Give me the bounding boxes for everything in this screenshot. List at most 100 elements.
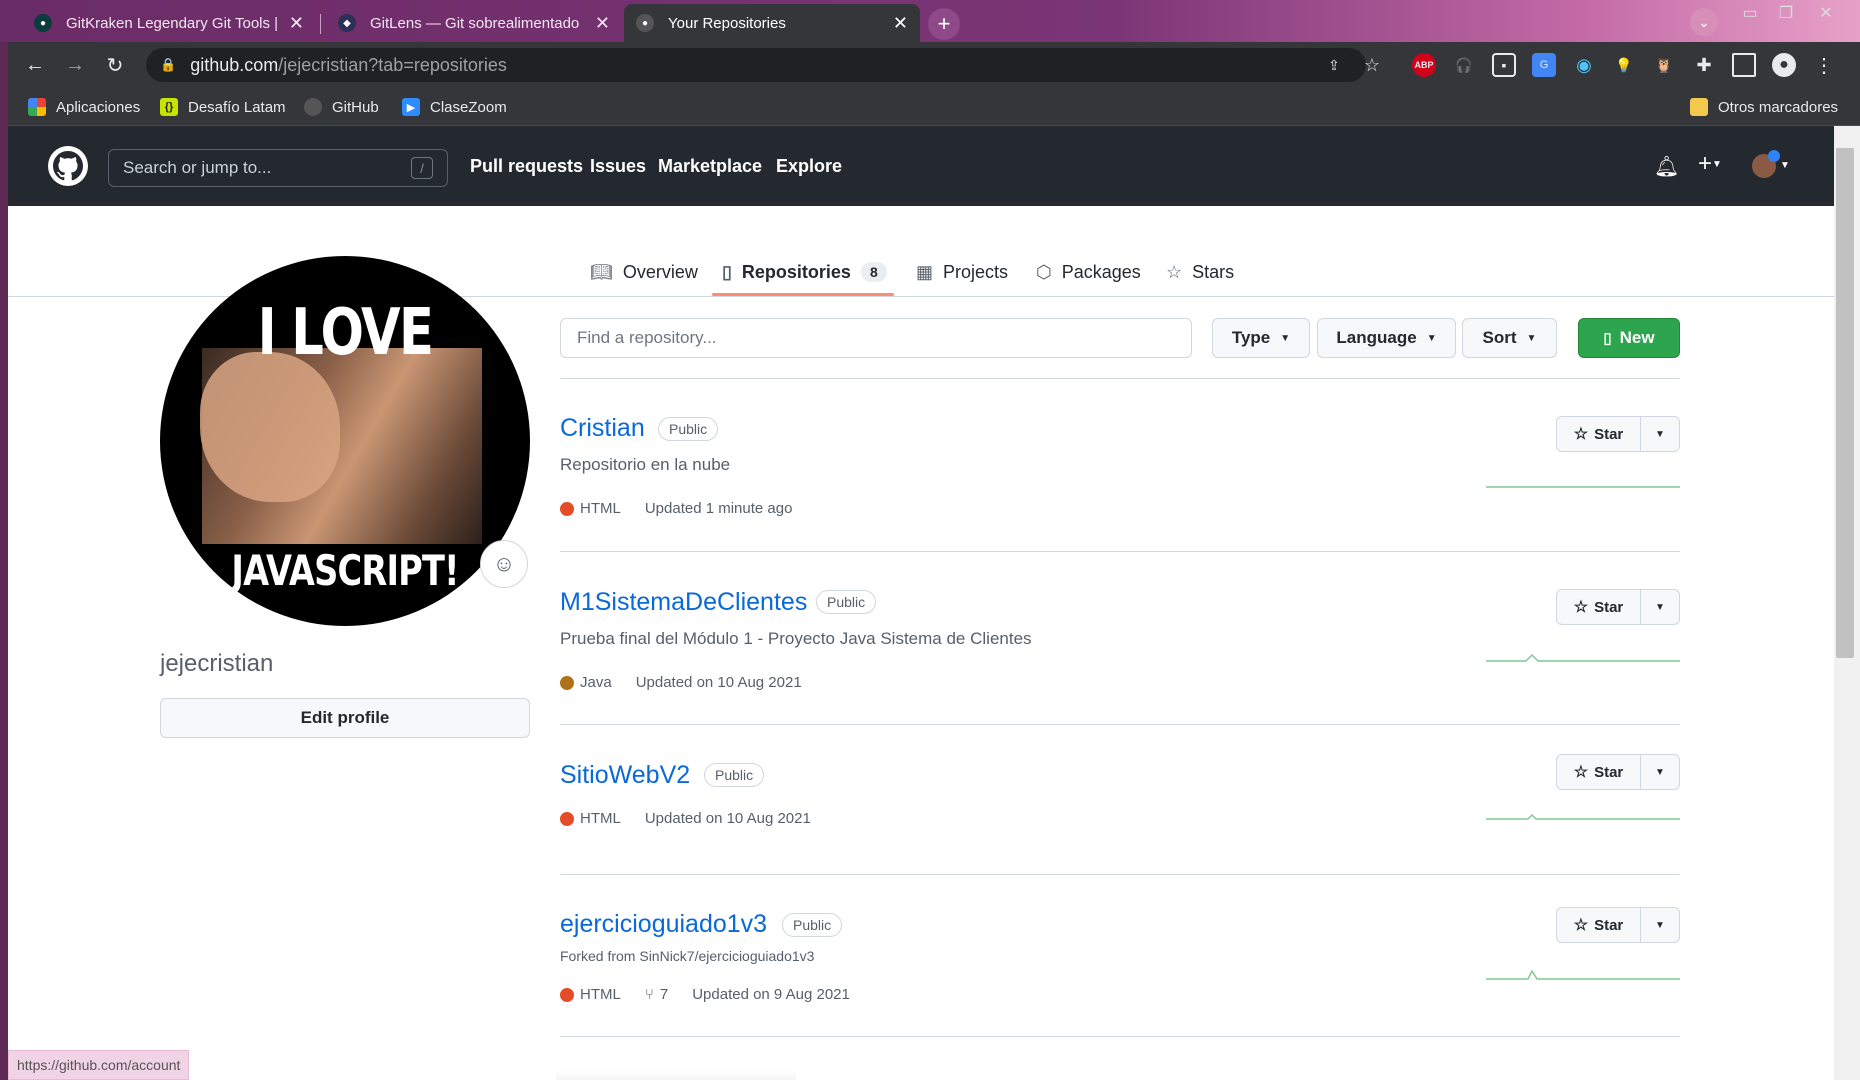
- browser-tab-your-repositories[interactable]: ● Your Repositories ✕: [624, 4, 920, 42]
- address-bar[interactable]: 🔒 github.com/jejecristian?tab=repositori…: [146, 48, 1366, 82]
- headphones-icon[interactable]: 🎧: [1452, 53, 1476, 77]
- bookmark-aplicaciones[interactable]: Aplicaciones: [28, 96, 140, 118]
- media-icon[interactable]: ▪: [1492, 53, 1516, 77]
- owl-icon[interactable]: 🦉: [1652, 53, 1676, 77]
- fork-count[interactable]: 7: [660, 986, 668, 1003]
- type-label: Type: [1231, 328, 1271, 347]
- tab-packages[interactable]: ⬡ Packages: [1036, 255, 1141, 289]
- browser-tab-gitlens[interactable]: ◆ GitLens — Git sobrealimentado ✕: [326, 4, 622, 42]
- close-tab-icon[interactable]: ✕: [893, 13, 908, 34]
- bookmark-desafio-latam[interactable]: {} Desafío Latam: [160, 96, 286, 118]
- close-tab-icon[interactable]: ✕: [289, 13, 304, 34]
- language-color-dot: [560, 987, 574, 1002]
- status-bar-url: https://github.com/account: [8, 1050, 190, 1080]
- share-icon[interactable]: ⇪: [1322, 53, 1346, 77]
- tab-title: Your Repositories: [668, 14, 786, 32]
- gitkraken-favicon-icon: ●: [34, 14, 52, 32]
- star-icon: ☆: [1573, 917, 1589, 934]
- forked-from-link[interactable]: Forked from SinNick7/ejercicioguiado1v3: [560, 948, 814, 964]
- caret-down-icon: ▼: [1526, 332, 1537, 344]
- notifications-bell-icon[interactable]: 🔔︎: [1654, 154, 1679, 179]
- repo-name-link[interactable]: M1SistemaDeClientes: [560, 588, 807, 617]
- tab-overview[interactable]: 📖︎ Overview: [590, 255, 698, 289]
- minimize-button[interactable]: ▭: [1732, 0, 1768, 26]
- sort-dropdown[interactable]: Sort ▼: [1462, 318, 1557, 358]
- browser-menu-icon[interactable]: ⋮: [1812, 53, 1836, 77]
- star-icon: ☆: [1573, 599, 1589, 616]
- github-logo-icon[interactable]: [48, 146, 88, 186]
- bulb-icon[interactable]: 💡: [1612, 53, 1636, 77]
- repo-description: Repositorio en la nube: [560, 455, 731, 474]
- repo-name-link[interactable]: SitioWebV2: [560, 761, 690, 790]
- star-label: Star: [1594, 763, 1624, 781]
- bookmark-star-icon[interactable]: ☆: [1360, 53, 1384, 77]
- create-new-plus-icon[interactable]: +▼: [1698, 150, 1722, 178]
- close-tab-icon[interactable]: ✕: [595, 13, 610, 34]
- abp-icon[interactable]: ABP: [1412, 53, 1436, 77]
- star-list-caret-icon[interactable]: ▼: [1641, 920, 1679, 931]
- avatar-text-top: I LOVE: [257, 296, 434, 370]
- language-dropdown[interactable]: Language ▼: [1317, 318, 1456, 358]
- sort-label: Sort: [1482, 328, 1517, 347]
- other-bookmarks[interactable]: Otros marcadores: [1690, 96, 1838, 118]
- nav-marketplace[interactable]: Marketplace: [658, 156, 762, 177]
- star-button[interactable]: ☆ Star ▼: [1556, 754, 1680, 790]
- profile-username: jejecristian: [160, 650, 274, 677]
- star-label: Star: [1594, 598, 1624, 616]
- github-search-input[interactable]: Search or jump to... /: [108, 149, 448, 187]
- find-repository-input[interactable]: Find a repository...: [560, 318, 1192, 358]
- puzzle-icon[interactable]: ✚: [1692, 53, 1716, 77]
- tab-separator: [320, 14, 321, 34]
- restore-button[interactable]: ❐: [1768, 0, 1804, 26]
- sidepanel-icon[interactable]: [1732, 53, 1756, 77]
- nav-explore[interactable]: Explore: [776, 156, 842, 177]
- nav-pull-requests[interactable]: Pull requests: [470, 156, 583, 177]
- star-label-area[interactable]: ☆ Star: [1557, 417, 1641, 451]
- star-button[interactable]: ☆ Star ▼: [1556, 589, 1680, 625]
- type-dropdown[interactable]: Type ▼: [1212, 318, 1310, 358]
- repo-name-link[interactable]: ejercicioguiado1v3: [560, 910, 767, 939]
- bookmark-label: GitHub: [332, 98, 379, 116]
- reload-icon[interactable]: ↻: [102, 52, 128, 78]
- tab-projects[interactable]: ▦ Projects: [916, 255, 1008, 289]
- edit-profile-button[interactable]: Edit profile: [160, 698, 530, 738]
- caret-down-icon: ▼: [1280, 332, 1291, 344]
- gitlens-favicon-icon: ◆: [338, 14, 356, 32]
- bookmark-github[interactable]: GitHub: [304, 96, 379, 118]
- profile-icon[interactable]: ●: [1772, 53, 1796, 77]
- avatar-caret-icon[interactable]: ▼: [1780, 160, 1790, 171]
- forward-icon[interactable]: →: [62, 52, 88, 78]
- star-list-caret-icon[interactable]: ▼: [1641, 429, 1679, 440]
- repo-icon: ▯: [722, 261, 732, 282]
- set-status-smiley-icon[interactable]: ☺: [480, 540, 528, 588]
- profile-avatar[interactable]: I LOVE JAVASCRIPT!: [160, 256, 530, 626]
- repo-icon: ▯: [1603, 330, 1612, 347]
- star-label-area[interactable]: ☆ Star: [1557, 755, 1641, 789]
- repo-name-link[interactable]: Cristian: [560, 414, 645, 443]
- star-list-caret-icon[interactable]: ▼: [1641, 602, 1679, 613]
- nav-issues[interactable]: Issues: [590, 156, 646, 177]
- new-tab-button[interactable]: +: [928, 8, 960, 40]
- back-icon[interactable]: ←: [22, 52, 48, 78]
- browser-tab-gitkraken[interactable]: ● GitKraken Legendary Git Tools | G ✕: [22, 4, 316, 42]
- star-icon: ☆: [1166, 261, 1183, 282]
- bookmark-clasezoom[interactable]: ▶ ClaseZoom: [402, 96, 507, 118]
- close-window-button[interactable]: ✕: [1808, 0, 1844, 26]
- divider: [560, 1036, 1680, 1037]
- tab-label: Overview: [622, 261, 698, 282]
- star-button[interactable]: ☆ Star ▼: [1556, 416, 1680, 452]
- scrollbar-thumb[interactable]: [1836, 148, 1854, 658]
- translate-icon[interactable]: G: [1532, 53, 1556, 77]
- circle-extension-icon[interactable]: ◉: [1572, 53, 1596, 77]
- tab-stars[interactable]: ☆ Stars: [1166, 255, 1234, 289]
- star-button[interactable]: ☆ Star ▼: [1556, 907, 1680, 943]
- star-label-area[interactable]: ☆ Star: [1557, 590, 1641, 624]
- new-repository-button[interactable]: ▯ New: [1578, 318, 1680, 358]
- tab-title: GitKraken Legendary Git Tools | G: [66, 14, 281, 32]
- star-label-area[interactable]: ☆ Star: [1557, 908, 1641, 942]
- tab-search-button[interactable]: ⌄: [1690, 8, 1718, 36]
- star-list-caret-icon[interactable]: ▼: [1641, 767, 1679, 778]
- repo-updated: Updated on 9 Aug 2021: [692, 986, 850, 1003]
- tab-repositories[interactable]: ▯ Repositories 8: [722, 255, 887, 289]
- repo-language: HTML: [580, 500, 621, 517]
